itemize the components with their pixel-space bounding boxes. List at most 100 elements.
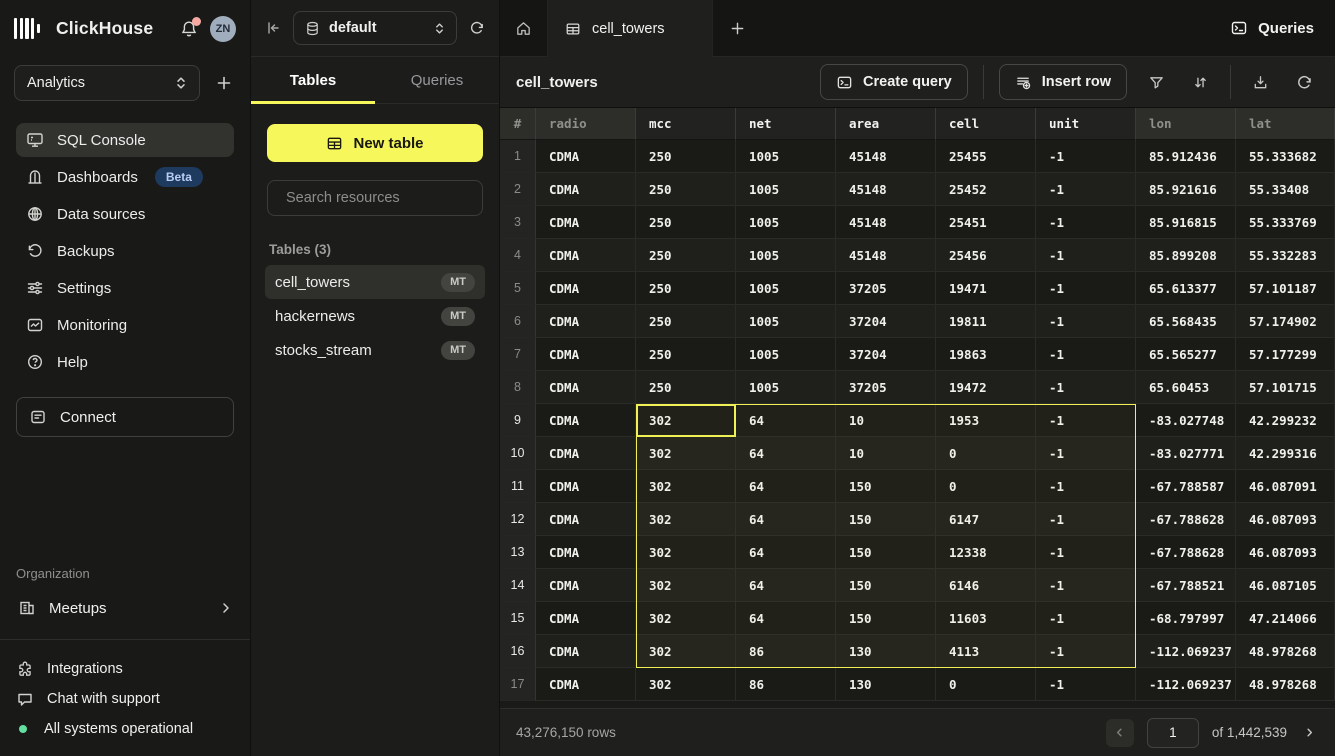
cell-radio[interactable]: CDMA	[536, 272, 636, 305]
row-number[interactable]: 11	[500, 470, 536, 503]
cell-unit[interactable]: -1	[1036, 272, 1136, 305]
cell-lat[interactable]: 48.978268	[1236, 668, 1335, 701]
cell-unit[interactable]: -1	[1036, 569, 1136, 602]
cell-radio[interactable]: CDMA	[536, 140, 636, 173]
system-status[interactable]: All systems operational	[16, 714, 234, 744]
cell-lat[interactable]: 55.33408	[1236, 173, 1335, 206]
collapse-sidebar-button[interactable]	[265, 20, 281, 36]
row-number[interactable]: 14	[500, 569, 536, 602]
cell-area[interactable]: 45148	[836, 173, 936, 206]
cell-mcc[interactable]: 302	[636, 569, 736, 602]
cell-net[interactable]: 1005	[736, 173, 836, 206]
avatar[interactable]: ZN	[210, 16, 236, 42]
database-select[interactable]: default	[293, 11, 457, 45]
connect-button[interactable]: Connect	[16, 397, 234, 437]
cell-cell[interactable]: 6146	[936, 569, 1036, 602]
cell-net[interactable]: 1005	[736, 140, 836, 173]
cell-unit[interactable]: -1	[1036, 404, 1136, 437]
cell-area[interactable]: 150	[836, 503, 936, 536]
cell-unit[interactable]: -1	[1036, 206, 1136, 239]
cell-lon[interactable]: 65.60453	[1136, 371, 1236, 404]
cell-cell[interactable]: 12338	[936, 536, 1036, 569]
cell-radio[interactable]: CDMA	[536, 437, 636, 470]
workspace-select[interactable]: Analytics	[14, 65, 200, 101]
cell-net[interactable]: 1005	[736, 239, 836, 272]
insert-row-button[interactable]: Insert row	[999, 64, 1127, 100]
column-header-lon[interactable]: lon	[1136, 108, 1236, 140]
cell-mcc[interactable]: 250	[636, 305, 736, 338]
cell-unit[interactable]: -1	[1036, 239, 1136, 272]
row-number[interactable]: 7	[500, 338, 536, 371]
cell-mcc[interactable]: 302	[636, 635, 736, 668]
cell-radio[interactable]: CDMA	[536, 668, 636, 701]
document-tab-cell-towers[interactable]: cell_towers	[547, 0, 713, 57]
sidebar-item-meetups[interactable]: Meetups	[10, 589, 240, 627]
cell-area[interactable]: 10	[836, 437, 936, 470]
cell-unit[interactable]: -1	[1036, 635, 1136, 668]
filter-button[interactable]	[1142, 70, 1171, 95]
sidebar-item-dashboards[interactable]: Dashboards Beta	[16, 160, 234, 194]
cell-area[interactable]: 130	[836, 668, 936, 701]
cell-mcc[interactable]: 250	[636, 140, 736, 173]
column-header-mcc[interactable]: mcc	[636, 108, 736, 140]
cell-lat[interactable]: 46.087093	[1236, 536, 1335, 569]
cell-unit[interactable]: -1	[1036, 140, 1136, 173]
sidebar-item-backups[interactable]: Backups	[16, 234, 234, 268]
cell-cell[interactable]: 19811	[936, 305, 1036, 338]
cell-lon[interactable]: 65.613377	[1136, 272, 1236, 305]
cell-mcc[interactable]: 250	[636, 272, 736, 305]
cell-area[interactable]: 45148	[836, 239, 936, 272]
cell-lon[interactable]: 65.568435	[1136, 305, 1236, 338]
column-header-unit[interactable]: unit	[1036, 108, 1136, 140]
refresh-button[interactable]	[1290, 70, 1319, 95]
column-header-num[interactable]: #	[500, 108, 536, 140]
row-number[interactable]: 1	[500, 140, 536, 173]
column-header-net[interactable]: net	[736, 108, 836, 140]
refresh-tables-button[interactable]	[469, 20, 485, 36]
cell-radio[interactable]: CDMA	[536, 635, 636, 668]
cell-area[interactable]: 37204	[836, 338, 936, 371]
cell-lat[interactable]: 57.174902	[1236, 305, 1335, 338]
cell-area[interactable]: 150	[836, 569, 936, 602]
cell-area[interactable]: 45148	[836, 140, 936, 173]
row-number[interactable]: 17	[500, 668, 536, 701]
sidebar-item-integrations[interactable]: Integrations	[16, 654, 234, 684]
cell-lon[interactable]: -67.788628	[1136, 536, 1236, 569]
download-button[interactable]	[1246, 70, 1275, 95]
cell-mcc[interactable]: 302	[636, 536, 736, 569]
cell-net[interactable]: 1005	[736, 338, 836, 371]
cell-area[interactable]: 10	[836, 404, 936, 437]
cell-mcc[interactable]: 302	[636, 404, 736, 437]
cell-unit[interactable]: -1	[1036, 305, 1136, 338]
cell-lat[interactable]: 46.087105	[1236, 569, 1335, 602]
cell-mcc[interactable]: 250	[636, 239, 736, 272]
cell-net[interactable]: 1005	[736, 305, 836, 338]
cell-radio[interactable]: CDMA	[536, 338, 636, 371]
table-list-item-stocks-stream[interactable]: stocks_stream MT	[265, 333, 485, 367]
cell-net[interactable]: 1005	[736, 371, 836, 404]
row-number[interactable]: 12	[500, 503, 536, 536]
cell-lat[interactable]: 55.333769	[1236, 206, 1335, 239]
cell-lon[interactable]: 85.912436	[1136, 140, 1236, 173]
cell-lon[interactable]: 85.916815	[1136, 206, 1236, 239]
cell-net[interactable]: 64	[736, 569, 836, 602]
cell-radio[interactable]: CDMA	[536, 305, 636, 338]
cell-unit[interactable]: -1	[1036, 470, 1136, 503]
cell-cell[interactable]: 19472	[936, 371, 1036, 404]
cell-net[interactable]: 64	[736, 536, 836, 569]
add-workspace-button[interactable]	[212, 71, 236, 95]
cell-radio[interactable]: CDMA	[536, 602, 636, 635]
sidebar-item-sql-console[interactable]: SQL Console	[16, 123, 234, 157]
cell-cell[interactable]: 19471	[936, 272, 1036, 305]
column-header-radio[interactable]: radio	[536, 108, 636, 140]
cell-lon[interactable]: -112.069237	[1136, 668, 1236, 701]
cell-cell[interactable]: 0	[936, 437, 1036, 470]
cell-mcc[interactable]: 302	[636, 470, 736, 503]
row-number[interactable]: 16	[500, 635, 536, 668]
cell-area[interactable]: 150	[836, 536, 936, 569]
cell-net[interactable]: 64	[736, 404, 836, 437]
cell-lon[interactable]: 85.921616	[1136, 173, 1236, 206]
cell-lat[interactable]: 42.299316	[1236, 437, 1335, 470]
cell-cell[interactable]: 0	[936, 470, 1036, 503]
sidebar-item-help[interactable]: Help	[16, 345, 234, 379]
